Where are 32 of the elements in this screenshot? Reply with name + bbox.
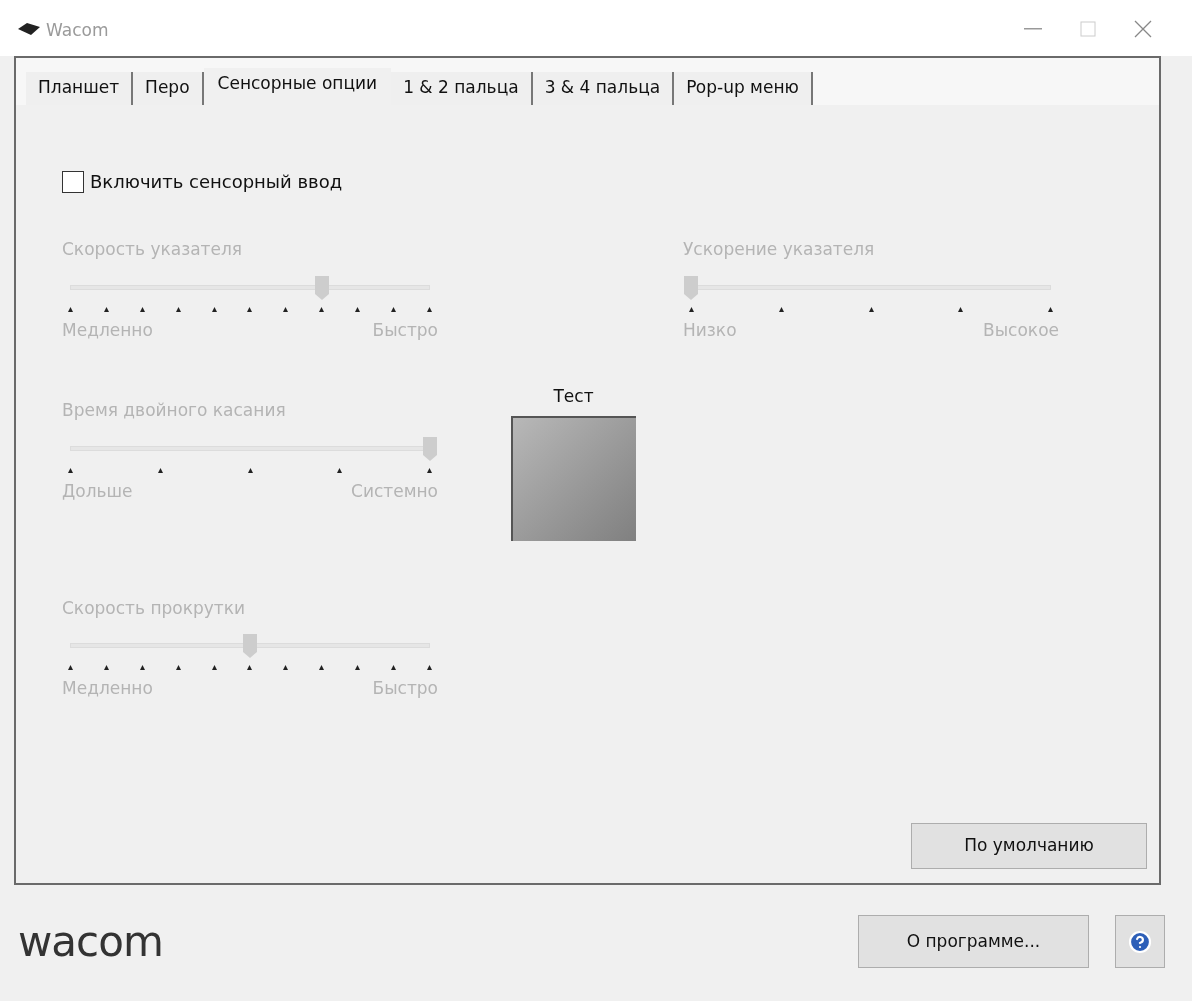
tab[interactable]: 3 & 4 пальца [532,72,675,105]
tab[interactable]: Перо [133,72,204,105]
help-icon [1128,929,1152,954]
tab[interactable]: Pop-up меню [674,72,813,105]
slider-label: Ускорение указателя [683,238,876,261]
slider-label: Скорость указателя [62,238,244,261]
window-title: Wacom [46,19,109,42]
wacom-logo: wacom [18,920,163,963]
test-area[interactable] [511,415,636,541]
slider-min-label: Низко [683,318,737,342]
about-button[interactable]: О программе... [858,915,1089,968]
slider-max-label: Быстро [372,677,438,700]
tab[interactable]: Сенсорные опции [203,68,392,105]
slider-min-label: Дольше [62,479,133,503]
tablet-icon [18,23,40,35]
checkbox-label: Включить сенсорный ввод [90,170,343,194]
slider-max-label: Быстро [372,318,438,342]
test-label: Тест [553,385,594,408]
minimize-icon[interactable] [1024,28,1042,30]
slider-label: Скорость прокрутки [62,596,247,620]
slider-min-label: Медленно [62,677,153,700]
slider-min-label: Медленно [62,318,153,342]
help-button[interactable] [1115,915,1165,968]
tab[interactable]: 1 & 2 пальца [391,72,533,105]
default-button[interactable]: По умолчанию [911,823,1147,869]
tab[interactable]: Планшет [26,72,134,105]
maximize-icon[interactable] [1080,21,1096,37]
slider-max-label: Высокое [983,318,1059,342]
checkbox[interactable] [62,170,84,193]
slider-label: Время двойного касания [62,399,287,422]
slider-max-label: Системно [351,479,438,503]
close-icon[interactable] [1134,20,1152,38]
